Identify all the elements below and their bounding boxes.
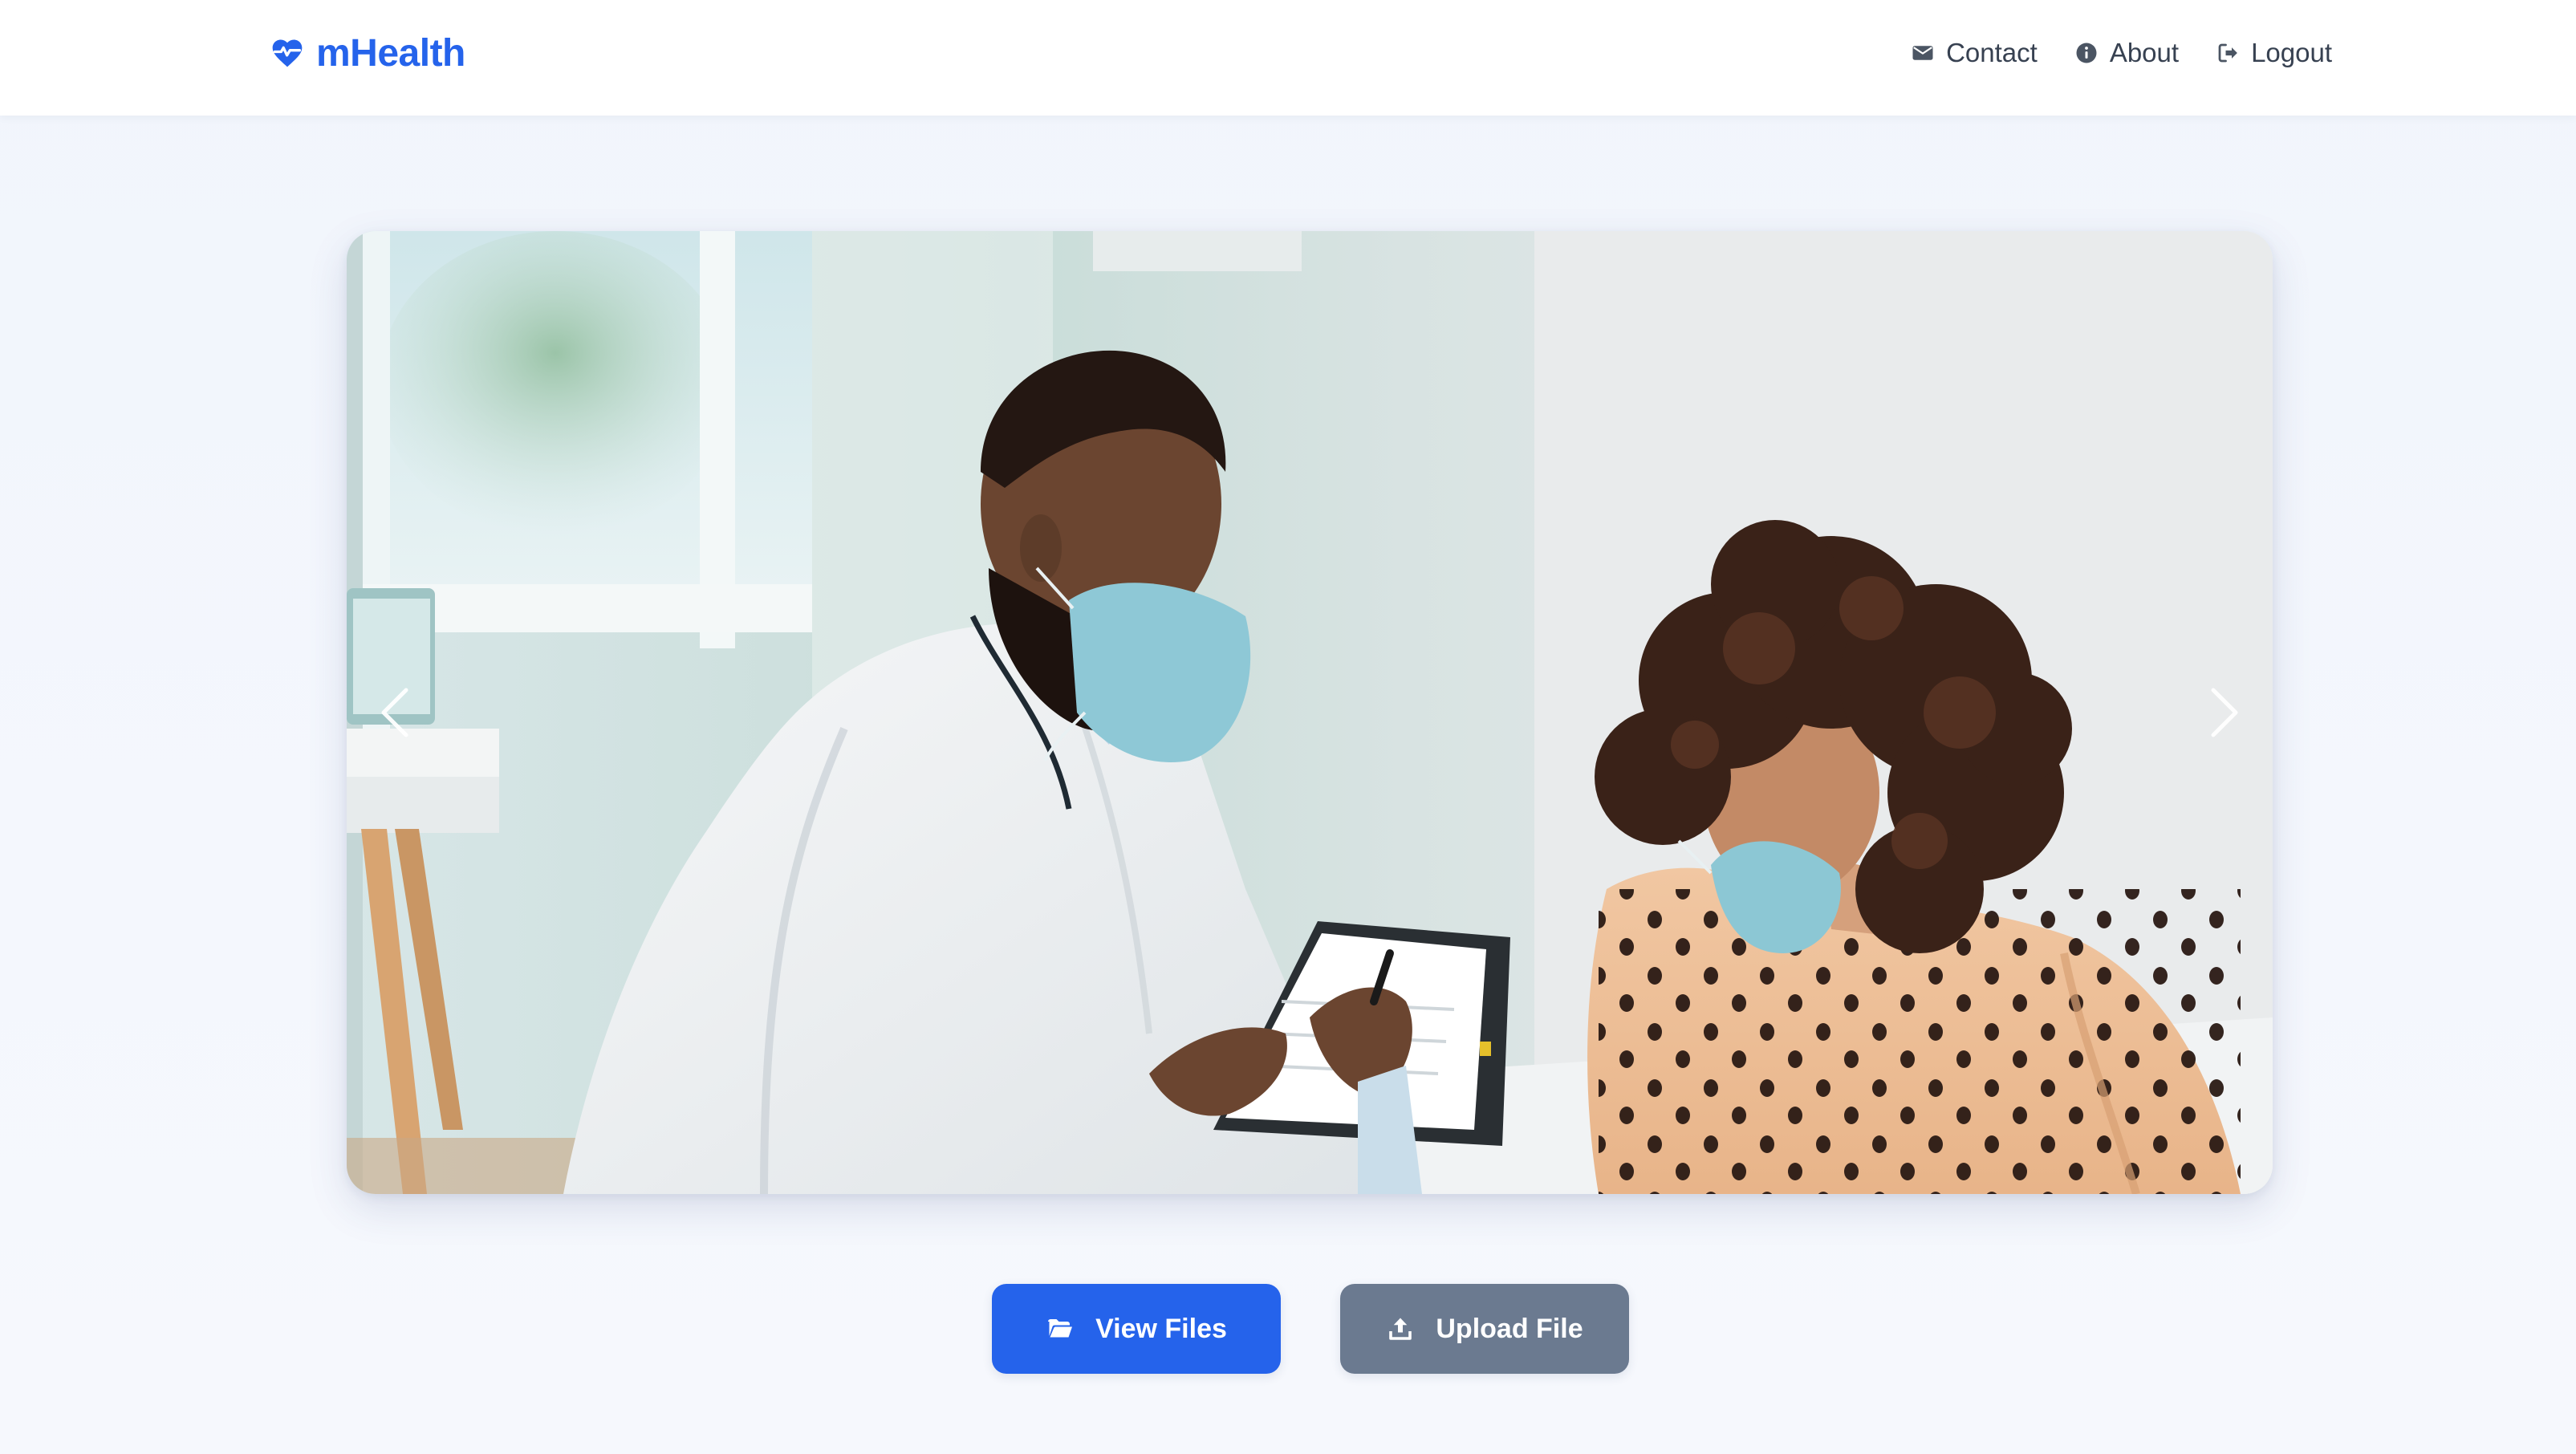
top-navbar: mHealth Contact About Logout — [0, 0, 2576, 116]
nav-about[interactable]: About — [2074, 38, 2179, 68]
info-circle-icon — [2076, 43, 2097, 63]
nav-contact[interactable]: Contact — [1911, 38, 2038, 68]
view-files-button[interactable]: View Files — [992, 1284, 1281, 1374]
brand-name: mHealth — [316, 31, 465, 75]
view-files-label: View Files — [1095, 1313, 1227, 1344]
top-nav: Contact About Logout — [1911, 32, 2332, 74]
file-actions: View Files Upload File — [992, 1284, 1629, 1374]
carousel-prev-button[interactable] — [363, 664, 427, 761]
logout-icon — [2218, 43, 2237, 63]
carousel-next-button[interactable] — [2192, 664, 2257, 761]
upload-file-label: Upload File — [1436, 1313, 1583, 1344]
nav-about-label: About — [2109, 38, 2180, 67]
upload-file-button[interactable]: Upload File — [1340, 1284, 1629, 1374]
brand-logo[interactable]: mHealth — [270, 29, 465, 77]
image-carousel — [347, 231, 2273, 1194]
nav-logout[interactable]: Logout — [2216, 38, 2332, 68]
envelope-icon — [1912, 46, 1933, 60]
upload-icon — [1389, 1318, 1412, 1340]
folder-open-icon — [1048, 1319, 1073, 1338]
doctor-consulting-patient-photo — [347, 231, 2273, 1194]
nav-logout-label: Logout — [2251, 38, 2332, 67]
heartbeat-icon — [272, 39, 303, 67]
page: mHealth Contact About Logout View Files … — [0, 0, 2576, 1454]
chevron-right-icon — [2211, 688, 2238, 737]
nav-contact-label: Contact — [1946, 38, 2038, 67]
chevron-left-icon — [381, 688, 408, 737]
